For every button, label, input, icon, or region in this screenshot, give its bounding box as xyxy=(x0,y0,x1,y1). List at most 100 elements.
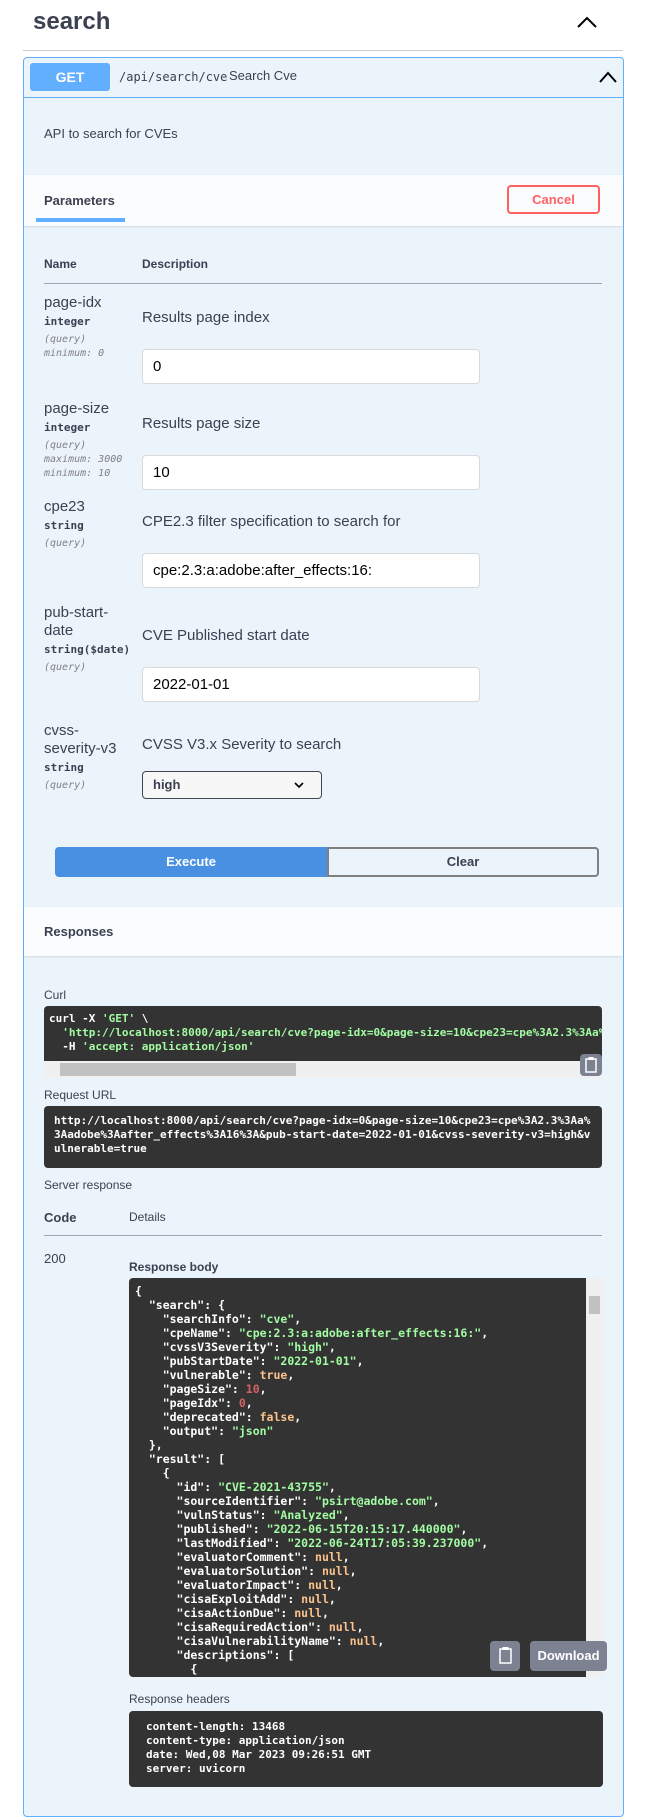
param-in: (query) xyxy=(44,538,87,549)
code-token: , xyxy=(287,1368,295,1382)
curl-scrollbar[interactable] xyxy=(44,1061,602,1078)
header-line: date: Wed,08 Mar 2023 09:26:51 GMT xyxy=(146,1748,372,1761)
clear-button[interactable]: Clear xyxy=(327,847,599,877)
scrollbar-thumb[interactable] xyxy=(589,1296,600,1314)
code-line: "vulnerable": true, xyxy=(135,1368,580,1382)
code-token: { xyxy=(135,1662,198,1676)
cvss-severity-select[interactable]: high xyxy=(142,771,322,799)
chevron-down-icon xyxy=(294,782,304,789)
code-token: "vulnStatus": xyxy=(135,1508,274,1522)
code-line: "pageIdx": 0, xyxy=(135,1396,580,1410)
copy-icon[interactable] xyxy=(490,1641,520,1671)
code-token: , xyxy=(294,1312,302,1326)
param-page-idx-info: page-idx integer (query) minimum: 0 xyxy=(44,294,124,361)
code-token: , xyxy=(481,1326,489,1340)
cpe23-input[interactable]: cpe:2.3:a:adobe:after_effects:16: xyxy=(142,553,480,588)
code-token: -H xyxy=(49,1040,83,1053)
code-line: "evaluatorComment": null, xyxy=(135,1550,580,1564)
code-token: 0 xyxy=(238,1396,246,1410)
code-line: "deprecated": false, xyxy=(135,1410,580,1424)
code-token: "lastModified": xyxy=(135,1536,288,1550)
code-token: { xyxy=(135,1466,170,1480)
code-token: "cisaActionDue": xyxy=(135,1606,295,1620)
operation-header[interactable]: GET /api/search/cve Search Cve xyxy=(24,58,623,98)
param-in: (query) xyxy=(44,780,87,791)
code-token: null xyxy=(294,1606,322,1620)
chevron-up-icon[interactable] xyxy=(576,14,598,30)
code-line: "evaluatorImpact": null, xyxy=(135,1578,580,1592)
code-token: , xyxy=(328,1480,336,1494)
code-token: null xyxy=(315,1550,343,1564)
curl-code[interactable]: curl -X 'GET' \ 'http://localhost:8000/a… xyxy=(44,1006,602,1061)
code-line: "id": "CVE-2021-43755", xyxy=(135,1480,580,1494)
code-line: "cisaRequiredAction": null, xyxy=(135,1620,580,1634)
param-cpe23-info: cpe23 string (query) xyxy=(44,498,124,551)
param-type: integer xyxy=(44,421,91,434)
code-line: "cvssV3Severity": "high", xyxy=(135,1340,580,1354)
code-line: "pubStartDate": "2022-01-01", xyxy=(135,1354,580,1368)
code-line: "output": "json" xyxy=(135,1424,580,1438)
execute-button[interactable]: Execute xyxy=(55,847,327,877)
code-token: "published": xyxy=(135,1522,267,1536)
code-token: "cisaExploitAdd": xyxy=(135,1592,302,1606)
copy-icon[interactable] xyxy=(580,1054,602,1076)
code-token: "cpe:2.3:a:adobe:after_effects:16:" xyxy=(238,1326,482,1340)
code-token: "json" xyxy=(231,1424,274,1438)
code-token: "id": xyxy=(135,1480,219,1494)
header-line: content-length: 13468 xyxy=(146,1720,286,1733)
responses-header: Responses xyxy=(24,907,623,956)
tag-title[interactable]: search xyxy=(33,8,110,36)
code-line: "lastModified": "2022-06-24T17:05:39.237… xyxy=(135,1536,580,1550)
pub-start-date-input[interactable]: 2022-01-01 xyxy=(142,667,480,702)
param-in: (query) xyxy=(44,440,87,451)
code-token: 'GET' xyxy=(101,1012,136,1025)
code-token: , xyxy=(259,1382,267,1396)
param-name: pub-start-date xyxy=(44,604,109,639)
response-headers-label: Response headers xyxy=(129,1692,230,1706)
cancel-button[interactable]: Cancel xyxy=(507,185,600,214)
param-description: Results page index xyxy=(142,309,270,326)
code-token: "cisaVulnerabilityName": xyxy=(135,1634,350,1648)
code-token: "sourceIdentifier": xyxy=(135,1494,316,1508)
code-token: curl -X xyxy=(49,1012,102,1025)
response-body[interactable]: { "search": { "searchInfo": "cve", "cpeN… xyxy=(129,1278,586,1677)
header-line: content-type: application/json xyxy=(146,1734,345,1747)
response-code: 200 xyxy=(44,1251,66,1266)
code-line: 'http://localhost:8000/api/search/cve?pa… xyxy=(49,1026,602,1040)
column-code: Code xyxy=(44,1210,77,1225)
response-body-scrollbar[interactable] xyxy=(586,1278,603,1677)
chevron-up-icon[interactable] xyxy=(598,70,618,84)
scrollbar-thumb[interactable] xyxy=(60,1063,296,1076)
code-token: { xyxy=(135,1284,142,1298)
code-token: "pageSize": xyxy=(135,1382,246,1396)
code-token: "evaluatorImpact": xyxy=(135,1578,309,1592)
param-page-size-info: page-size integer (query) maximum: 3000 … xyxy=(44,400,124,481)
code-line: "result": [ xyxy=(135,1452,580,1466)
method-badge: GET xyxy=(30,63,110,91)
code-line: "cpeName": "cpe:2.3:a:adobe:after_effect… xyxy=(135,1326,580,1340)
code-token: "cvssV3Severity": xyxy=(135,1340,288,1354)
code-token: "vulnerable": xyxy=(135,1368,260,1382)
code-token: "cve" xyxy=(259,1312,295,1326)
param-cvss-severity-v3-info: cvss-severity-v3 string (query) xyxy=(44,722,124,793)
select-value: high xyxy=(153,777,181,792)
operation-description: API to search for CVEs xyxy=(44,126,178,141)
code-line: "searchInfo": "cve", xyxy=(135,1312,580,1326)
param-name: cvss-severity-v3 xyxy=(44,722,117,757)
download-button[interactable]: Download xyxy=(530,1641,607,1671)
page-size-input[interactable]: 10 xyxy=(142,455,480,490)
code-line: "evaluatorSolution": null, xyxy=(135,1564,580,1578)
code-token: "psirt@adobe.com" xyxy=(315,1494,433,1508)
page-idx-input[interactable]: 0 xyxy=(142,349,480,384)
param-in: (query) xyxy=(44,662,87,673)
tab-parameters[interactable]: Parameters xyxy=(44,193,115,208)
divider xyxy=(23,50,623,51)
code-token: null xyxy=(308,1578,336,1592)
code-token: , xyxy=(328,1340,336,1354)
code-token: "result": [ xyxy=(135,1452,226,1466)
param-description: CPE2.3 filter specification to search fo… xyxy=(142,513,401,530)
code-line: "sourceIdentifier": "psirt@adobe.com", xyxy=(135,1494,580,1508)
response-body-label: Response body xyxy=(129,1260,219,1274)
code-token: true xyxy=(259,1368,288,1382)
operation-summary: Search Cve xyxy=(229,68,297,83)
